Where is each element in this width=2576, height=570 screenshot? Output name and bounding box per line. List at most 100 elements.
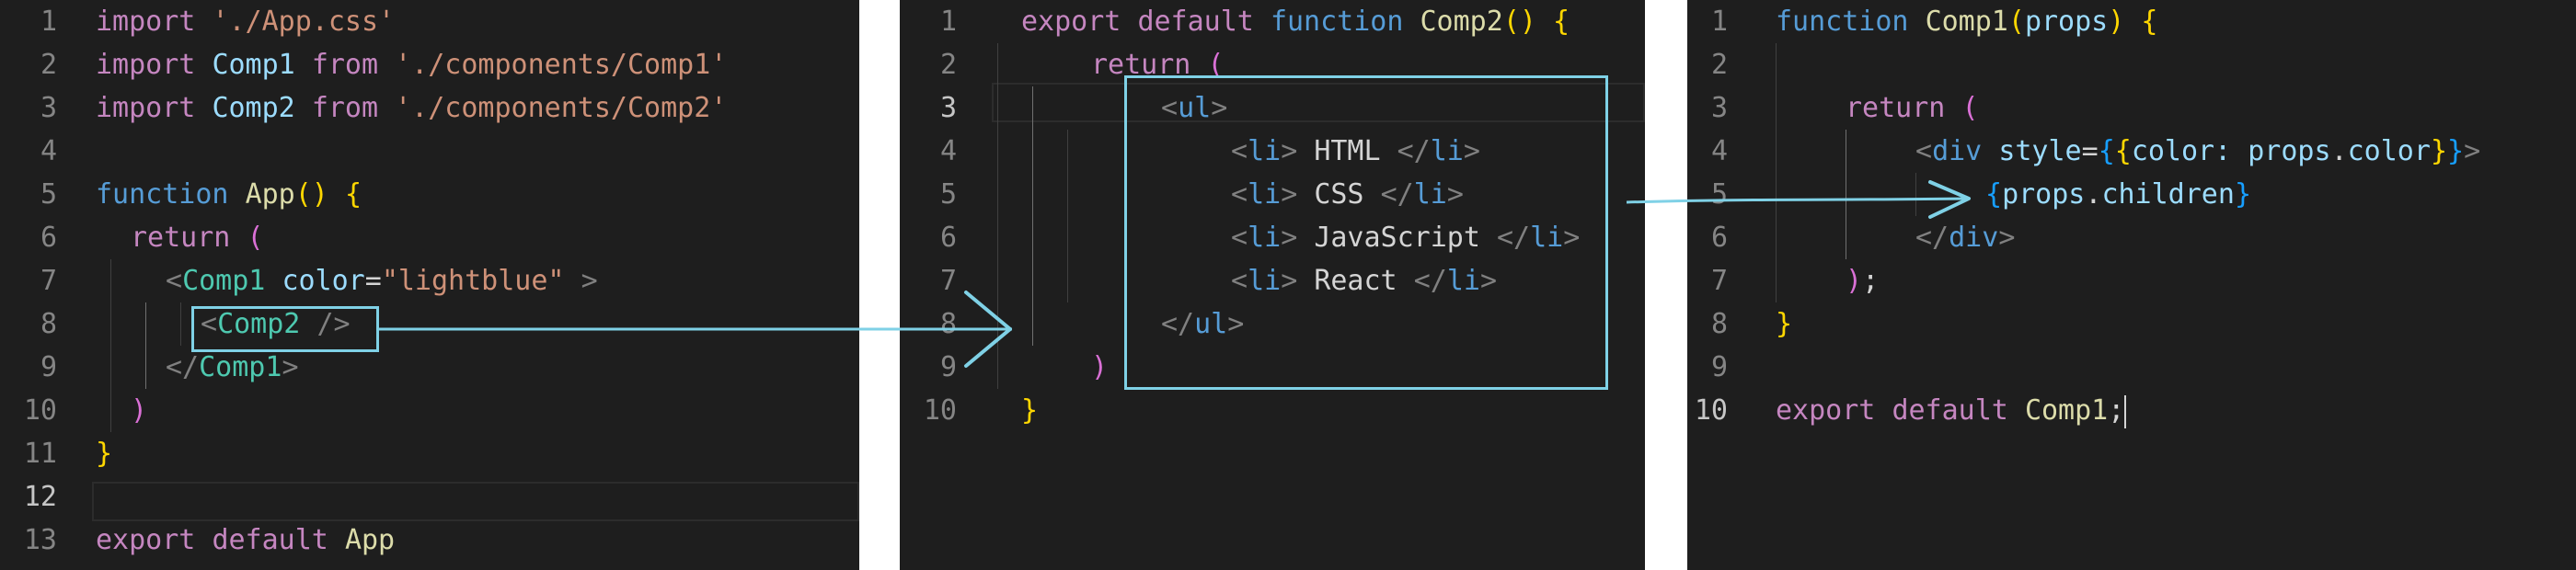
bracket: )	[2108, 6, 2125, 38]
code-line-10: )	[131, 389, 147, 432]
code-line-8: }	[1776, 302, 1792, 346]
code-line-9: </Comp1>	[166, 346, 299, 389]
string-literal: './App.css'	[212, 6, 396, 38]
code-line-6: return (	[131, 216, 264, 259]
keyword: default	[1892, 394, 2008, 427]
function-name: Comp1	[1925, 6, 2008, 38]
code-line-11: }	[96, 432, 112, 475]
keyword: from	[311, 49, 379, 81]
html-tag: div	[1932, 135, 1983, 167]
indent-guide	[1776, 43, 1777, 302]
indent-guide	[1067, 130, 1068, 302]
indent-guide-active	[1032, 86, 1033, 346]
highlight-box-ul	[1124, 75, 1608, 390]
attribute-value: "lightblue"	[381, 265, 565, 297]
bracket: {	[1985, 178, 2003, 211]
bracket: )	[1091, 351, 1109, 383]
bracket: }	[2234, 178, 2251, 211]
indent-guide	[997, 43, 998, 389]
tag-bracket: <	[1915, 135, 1933, 167]
keyword: return	[1846, 92, 1946, 124]
keyword: default	[1137, 6, 1254, 38]
highlight-box-comp2	[191, 306, 379, 352]
code-line-10: export default Comp1;	[1776, 389, 2127, 432]
attribute-name: style	[1998, 135, 2082, 167]
object-key: color:	[2131, 135, 2232, 167]
component-tag: Comp1	[182, 265, 266, 297]
line-number: 6	[40, 222, 57, 254]
keyword: return	[131, 222, 231, 254]
editor-panel-app[interactable]: 1 2 3 4 5 6 7 8 9 10 11 12 13 import './…	[0, 0, 859, 570]
keyword: import	[96, 49, 196, 81]
line-number: 8	[939, 308, 957, 340]
bracket: (	[1961, 92, 1979, 124]
code-line-7: );	[1846, 259, 1879, 302]
line-number: 7	[939, 265, 957, 297]
line-number: 5	[40, 178, 57, 211]
operator: =	[364, 265, 382, 297]
line-number-current: 3	[939, 92, 957, 124]
line-number: 9	[939, 351, 957, 383]
code-line-3: return (	[1846, 86, 1979, 130]
line-number: 11	[23, 438, 57, 470]
identifier: Comp1	[2024, 394, 2109, 427]
operator: .	[2330, 135, 2348, 167]
line-number: 1	[40, 6, 57, 38]
keyword: export	[1021, 6, 1121, 38]
editor-panel-comp1[interactable]: 1 2 3 4 5 6 7 8 9 10 function Comp1(prop…	[1687, 0, 2576, 570]
text-cursor	[2124, 394, 2127, 428]
indent-guide	[110, 259, 111, 432]
line-number: 10	[923, 394, 957, 427]
indent-guide	[1915, 173, 1916, 216]
tag-bracket: </	[1915, 222, 1949, 254]
line-number: 9	[40, 351, 57, 383]
indent-guide	[180, 302, 181, 346]
line-number: 13	[23, 524, 57, 556]
line-number: 1	[1710, 6, 1728, 38]
tag-bracket: >	[2464, 135, 2481, 167]
line-number: 6	[1710, 222, 1728, 254]
code-line-1: export default function Comp2() {	[1021, 0, 1570, 43]
line-number-current: 10	[1694, 394, 1728, 427]
function-name: App	[245, 178, 295, 211]
code-line-4: <div style={{color: props.color}}>	[1915, 130, 2480, 173]
keyword: function	[1270, 6, 1404, 38]
bracket: }	[1776, 308, 1793, 340]
line-number: 5	[939, 178, 957, 211]
code-line-6: </div>	[1915, 216, 2015, 259]
component-tag: Comp1	[199, 351, 282, 383]
identifier: App	[344, 524, 396, 556]
code-line-13: export default App	[96, 519, 395, 562]
bracket: }	[96, 438, 113, 470]
line-number: 8	[40, 308, 57, 340]
line-number: 1	[939, 6, 957, 38]
bracket: {	[1553, 6, 1570, 38]
semicolon: ;	[2108, 394, 2125, 427]
identifier: props	[2002, 178, 2086, 211]
line-number: 4	[1710, 135, 1728, 167]
tag-bracket: </	[166, 351, 200, 383]
keyword: default	[212, 524, 328, 556]
line-number: 7	[1710, 265, 1728, 297]
keyword: export	[1776, 394, 1876, 427]
keyword: export	[96, 524, 196, 556]
line-number: 7	[40, 265, 57, 297]
attribute-name: color	[282, 265, 365, 297]
code-line-2: import Comp1 from './components/Comp1'	[96, 43, 727, 86]
code-line-1: function Comp1(props) {	[1776, 0, 2157, 43]
identifier: Comp1	[212, 49, 295, 81]
indent-guide-active	[145, 302, 146, 389]
current-line-highlight	[92, 482, 859, 521]
code-line-5: function App() {	[96, 173, 362, 216]
tag-bracket: >	[581, 265, 598, 297]
keyword: function	[96, 178, 229, 211]
bracket: ()	[1502, 6, 1536, 38]
keyword: import	[96, 6, 196, 38]
line-number: 3	[1710, 92, 1728, 124]
bracket: {	[2141, 6, 2158, 38]
operator: =	[2081, 135, 2099, 167]
property: color	[2347, 135, 2431, 167]
tag-bracket: >	[1998, 222, 2016, 254]
editor-panel-comp2[interactable]: 1 2 3 4 5 6 7 8 9 10 export default func…	[900, 0, 1645, 570]
bracket: {	[2114, 135, 2132, 167]
